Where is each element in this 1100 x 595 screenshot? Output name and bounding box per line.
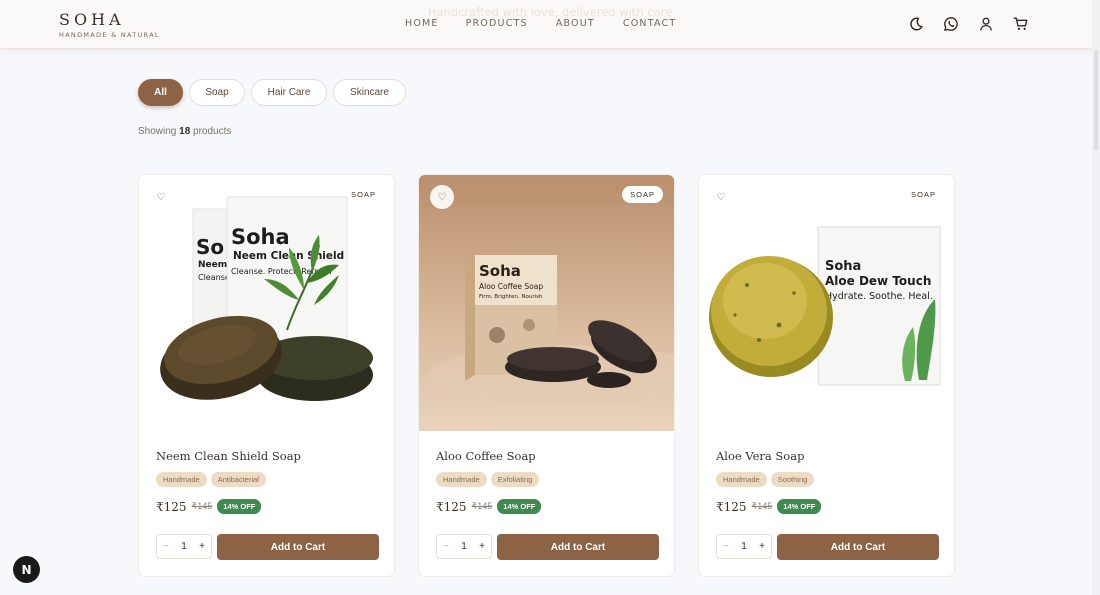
main-nav: HOME PRODUCTS ABOUT CONTACT (405, 18, 676, 29)
price-row: ₹125 ₹145 14% OFF (436, 499, 542, 514)
box-product: Neem Clean Shield (233, 250, 344, 262)
tag-benefit: Soothing (770, 472, 815, 487)
category-badge: SOAP (911, 190, 936, 199)
box-brand: Soha (479, 262, 521, 280)
product-tags: Handmade Antibacterial (156, 472, 270, 487)
original-price: ₹145 (191, 501, 213, 511)
tag-handmade: Handmade (436, 472, 487, 487)
results-suffix: products (193, 126, 232, 137)
product-tags: Handmade Soothing (716, 472, 818, 487)
product-name[interactable]: Aloo Coffee Soap (436, 449, 536, 463)
cart-icon[interactable] (1013, 16, 1029, 32)
discount-badge: 14% OFF (497, 499, 542, 514)
add-to-cart-button[interactable]: Add to Cart (217, 534, 379, 560)
filter-chip-all[interactable]: All (138, 79, 183, 106)
filter-chip-soap[interactable]: Soap (189, 79, 245, 106)
results-prefix: Showing (138, 126, 177, 137)
box-product: Aloo Coffee Soap (479, 282, 543, 291)
original-price: ₹145 (751, 501, 773, 511)
add-to-cart-button[interactable]: Add to Cart (497, 534, 659, 560)
tag-benefit: Exfoliating (490, 472, 540, 487)
quantity-stepper: − 1 + (716, 534, 772, 559)
brand-logo[interactable]: SOHA HANDMADE & NATURAL (59, 10, 160, 40)
box-brand: Soha (231, 225, 290, 249)
product-tags: Handmade Exfoliating (436, 472, 543, 487)
quantity-stepper: − 1 + (436, 534, 492, 559)
tag-handmade: Handmade (716, 472, 767, 487)
wishlist-heart-icon[interactable]: ♡ (153, 189, 169, 205)
box-product: Aloe Dew Touch (825, 274, 931, 288)
back-box-brand: So (196, 235, 224, 259)
category-filters: All Soap Hair Care Skincare (138, 79, 412, 106)
nav-about[interactable]: ABOUT (556, 18, 595, 29)
current-price: ₹125 (716, 499, 747, 514)
discount-badge: 14% OFF (217, 499, 262, 514)
product-image[interactable]: So Neem Cleanse Soha Neem Clean Shield C… (139, 175, 394, 431)
filter-chip-hair-care[interactable]: Hair Care (251, 79, 327, 106)
increase-button[interactable]: + (199, 541, 205, 552)
quantity-value: 1 (181, 541, 187, 552)
dev-tools-badge[interactable]: N (13, 556, 40, 583)
original-price: ₹145 (471, 501, 493, 511)
decrease-button[interactable]: − (723, 541, 729, 552)
product-image[interactable]: Soha Aloo Coffee Soap Firm. Brighten. No… (419, 175, 674, 431)
results-count: Showing 18 products (138, 126, 231, 137)
discount-badge: 14% OFF (777, 499, 822, 514)
box-tagline: Firm. Brighten. Nourish (479, 294, 543, 300)
decrease-button[interactable]: − (443, 541, 449, 552)
results-number: 18 (179, 126, 191, 137)
wishlist-heart-icon[interactable]: ♡ (430, 185, 454, 209)
site-header: Handcrafted with love, delivered with ca… (0, 0, 1100, 49)
user-icon[interactable] (978, 16, 994, 32)
product-card[interactable]: Soha Aloo Coffee Soap Firm. Brighten. No… (418, 174, 675, 577)
current-price: ₹125 (436, 499, 467, 514)
brand-tagline: HANDMADE & NATURAL (59, 31, 160, 39)
nav-products[interactable]: PRODUCTS (466, 18, 528, 29)
scrollbar-thumb[interactable] (1094, 50, 1098, 150)
category-badge: SOAP (622, 186, 663, 203)
tag-handmade: Handmade (156, 472, 207, 487)
product-name[interactable]: Aloe Vera Soap (716, 449, 804, 463)
category-badge: SOAP (351, 190, 376, 199)
nav-contact[interactable]: CONTACT (623, 18, 676, 29)
current-price: ₹125 (156, 499, 187, 514)
nav-home[interactable]: HOME (405, 18, 439, 29)
filter-chip-skincare[interactable]: Skincare (333, 79, 406, 106)
whatsapp-icon[interactable] (943, 16, 959, 32)
scrollbar[interactable] (1092, 0, 1100, 595)
product-card[interactable]: Soha Aloe Dew Touch Hydrate. Soothe. Hea… (698, 174, 955, 577)
box-brand: Soha (825, 259, 861, 274)
moon-icon[interactable] (908, 16, 924, 32)
back-box-line1: Neem (198, 260, 227, 270)
wishlist-heart-icon[interactable]: ♡ (713, 189, 729, 205)
header-actions (908, 16, 1048, 32)
add-to-cart-button[interactable]: Add to Cart (777, 534, 939, 560)
brand-name: SOHA (59, 10, 125, 29)
box-tagline: Hydrate. Soothe. Heal. (825, 291, 933, 302)
back-box-line2: Cleanse (198, 273, 230, 282)
price-row: ₹125 ₹145 14% OFF (156, 499, 262, 514)
product-image[interactable]: Soha Aloe Dew Touch Hydrate. Soothe. Hea… (699, 175, 954, 431)
decrease-button[interactable]: − (163, 541, 169, 552)
tag-benefit: Antibacterial (210, 472, 266, 487)
increase-button[interactable]: + (479, 541, 485, 552)
quantity-stepper: − 1 + (156, 534, 212, 559)
quantity-value: 1 (461, 541, 467, 552)
product-card[interactable]: So Neem Cleanse Soha Neem Clean Shield C… (138, 174, 395, 577)
product-name[interactable]: Neem Clean Shield Soap (156, 449, 301, 463)
quantity-value: 1 (741, 541, 747, 552)
price-row: ₹125 ₹145 14% OFF (716, 499, 822, 514)
increase-button[interactable]: + (759, 541, 765, 552)
